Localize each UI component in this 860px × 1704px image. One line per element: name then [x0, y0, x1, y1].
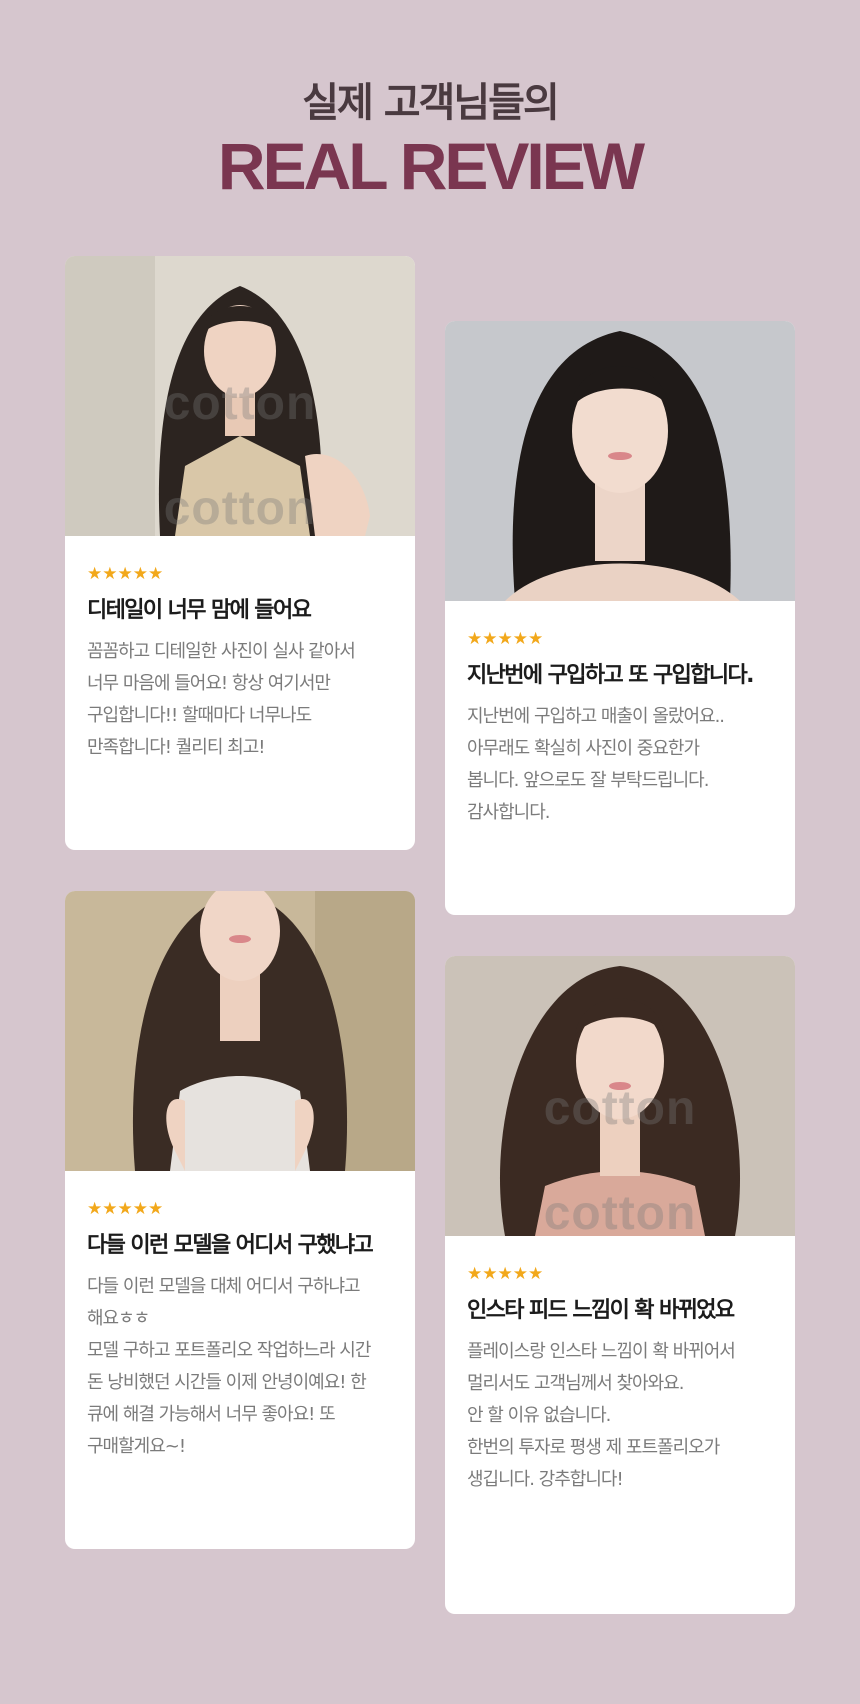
review-photo: cotton cotton [65, 256, 415, 536]
review-title: 디테일이 너무 맘에 들어요 [87, 598, 312, 623]
rating-stars: ★★★★★ [467, 629, 544, 649]
review-text: 지난번에 구입하고 매출이 올랐어요.. 아무래도 확실히 사진이 중요한가 봅… [467, 706, 725, 823]
review-title: 다들 이런 모델을 어디서 구했냐고 [87, 1233, 374, 1258]
review-text: 플레이스랑 인스타 느낌이 확 바뀌어서 멀리서도 고객님께서 찾아와요. 안 … [467, 1341, 736, 1490]
photo-watermark: cotton [543, 1082, 697, 1135]
photo-watermark: cotton [163, 482, 317, 535]
review-card: ★★★★★ 지난번에 구입하고 또 구입합니다. 지난번에 구입하고 매출이 올… [445, 321, 795, 915]
review-card: cotton cotton ★★★★★ 디테일이 너무 맘에 들어요 꼼꼼하고 … [65, 256, 415, 850]
photo-watermark: cotton [543, 1187, 697, 1236]
review-title: 지난번에 구입하고 또 구입합니다. [467, 663, 755, 688]
review-photo [445, 321, 795, 601]
page-subtitle: 실제 고객님들의 [302, 80, 560, 126]
page-title: REAL REVIEW [217, 129, 645, 203]
review-title: 인스타 피드 느낌이 확 바뀌었요 [467, 1298, 735, 1323]
rating-stars: ★★★★★ [87, 564, 164, 584]
rating-stars: ★★★★★ [87, 1199, 164, 1219]
review-text: 꼼꼼하고 디테일한 사진이 실사 같아서 너무 마음에 들어요! 항상 여기서만… [87, 641, 356, 758]
review-photo [65, 891, 415, 1171]
review-text: 다들 이런 모델을 대체 어디서 구하냐고 해요ㅎㅎ 모델 구하고 포트폴리오 … [87, 1276, 371, 1457]
review-photo: cotton cotton [445, 956, 795, 1236]
rating-stars: ★★★★★ [467, 1264, 544, 1284]
photo-watermark: cotton [163, 377, 317, 430]
review-card: cotton cotton ★★★★★ 인스타 피드 느낌이 확 바뀌었요 플레… [445, 956, 795, 1614]
review-card: ★★★★★ 다들 이런 모델을 어디서 구했냐고 다들 이런 모델을 대체 어디… [65, 891, 415, 1549]
